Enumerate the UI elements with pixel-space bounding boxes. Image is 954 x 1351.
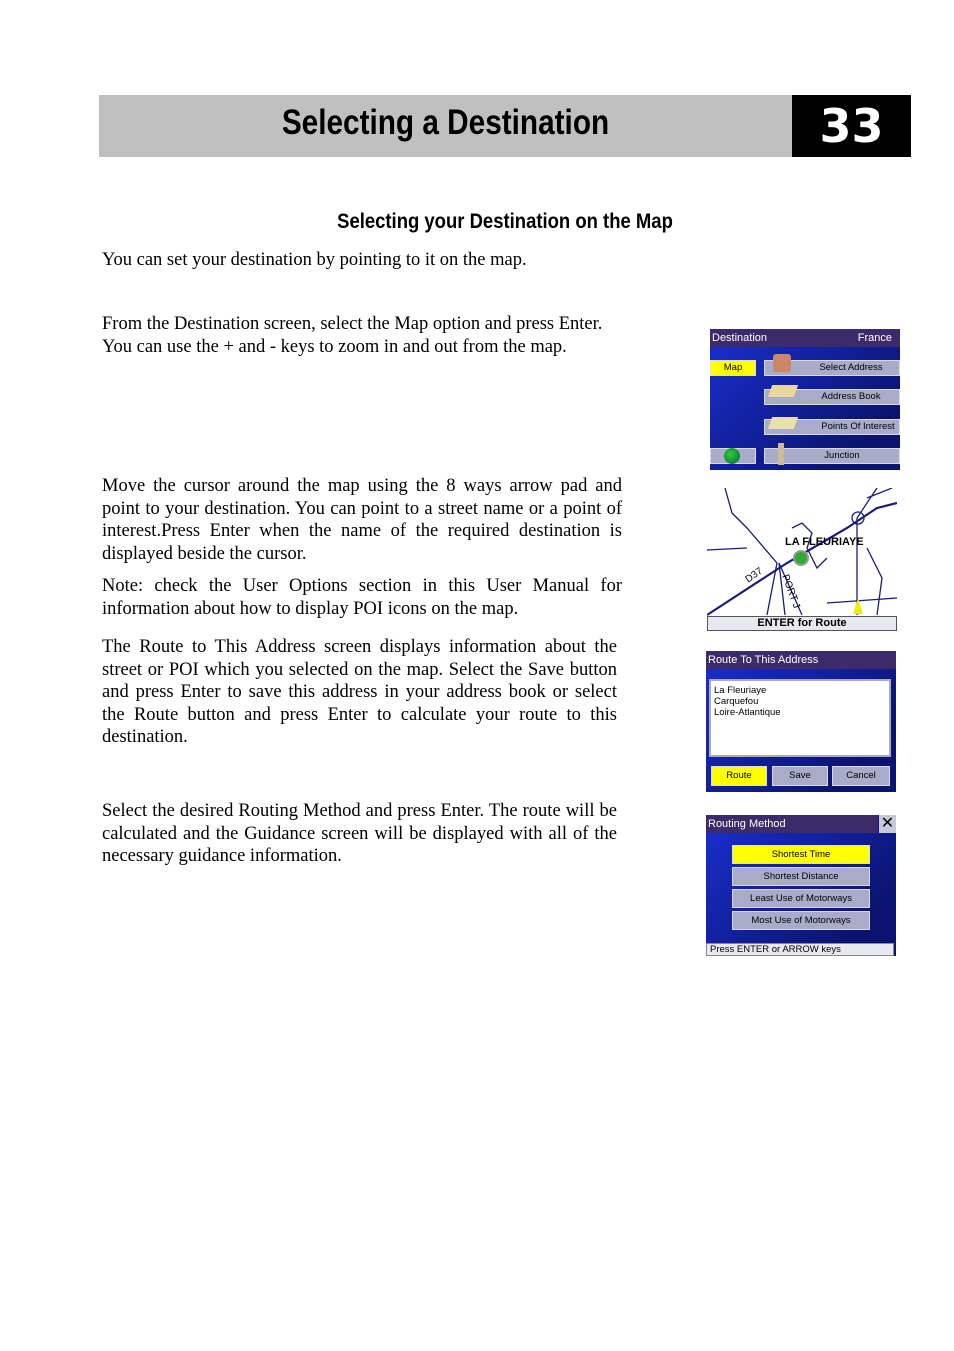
routing-option-least-motorways[interactable]: Least Use of Motorways (732, 889, 870, 908)
destination-screen: Destination France Map Select Address Add… (710, 329, 900, 470)
address-line: Carquefou (714, 696, 759, 707)
save-button[interactable]: Save (772, 766, 828, 786)
house-magnifier-icon (773, 354, 791, 372)
button-label: Junction (824, 450, 860, 461)
section-title: Selecting your Destination on the Map (337, 210, 673, 233)
screen-title: Destination (712, 332, 768, 344)
routing-option-shortest-time[interactable]: Shortest Time (732, 845, 870, 864)
paragraph: Note: check the User Options section in … (102, 576, 622, 619)
button-label: Select Address (819, 362, 883, 373)
place-label: LA FLEURIAYE (785, 536, 864, 548)
page-number: 33 (792, 95, 911, 157)
address-line: Loire-Atlantique (714, 707, 781, 718)
screen-title: Route To This Address (708, 654, 819, 666)
button-label: Points Of Interest (821, 421, 895, 432)
screen-title: Routing Method (708, 818, 786, 830)
paragraph: You can set your destination by pointing… (102, 250, 527, 270)
routing-option-shortest-distance[interactable]: Shortest Distance (732, 867, 870, 886)
country-label: France (857, 332, 892, 344)
pin-map-icon (767, 417, 799, 429)
status-bar: Press ENTER or ARROW keys (706, 943, 894, 956)
manual-page: { "header":{"title":"Selecting a Destina… (0, 0, 954, 1351)
title-bar: Destination France (710, 329, 900, 347)
map-button[interactable]: Map (710, 360, 756, 376)
junction-button[interactable]: Junction (764, 448, 900, 464)
map-footer: ENTER for Route (707, 616, 897, 631)
paragraph: The Route to This Address screen display… (102, 637, 617, 747)
book-icon (767, 385, 799, 397)
chapter-title: Selecting a Destination (281, 103, 610, 142)
route-screen: Route To This Address La Fleuriaye Carqu… (706, 651, 896, 792)
close-icon[interactable]: ✕ (879, 815, 896, 833)
button-label: Address Book (821, 391, 881, 402)
route-button[interactable]: Route (711, 766, 767, 786)
paragraph: Move the cursor around the map using the… (102, 476, 622, 564)
paragraph: Select the desired Routing Method and pr… (102, 801, 617, 866)
chapter-header: Selecting a Destination (99, 95, 792, 157)
address-line: La Fleuriaye (714, 685, 767, 696)
signpost-icon (778, 443, 784, 465)
address-box: La Fleuriaye Carquefou Loire-Atlantique (709, 679, 891, 757)
globe-icon (724, 448, 740, 464)
paragraph: From the Destination screen, select the … (102, 314, 603, 357)
title-bar: Route To This Address (706, 651, 896, 669)
map-screen[interactable]: LA FLEURIAYE D37 PORT J ENTER for Route (707, 488, 897, 631)
cursor-icon (793, 550, 809, 566)
routing-option-most-motorways[interactable]: Most Use of Motorways (732, 911, 870, 930)
title-bar: Routing Method (706, 815, 878, 833)
vehicle-arrow-icon (853, 598, 863, 614)
cancel-button[interactable]: Cancel (832, 766, 890, 786)
routing-method-screen: Routing Method ✕ Shortest Time Shortest … (706, 815, 896, 956)
